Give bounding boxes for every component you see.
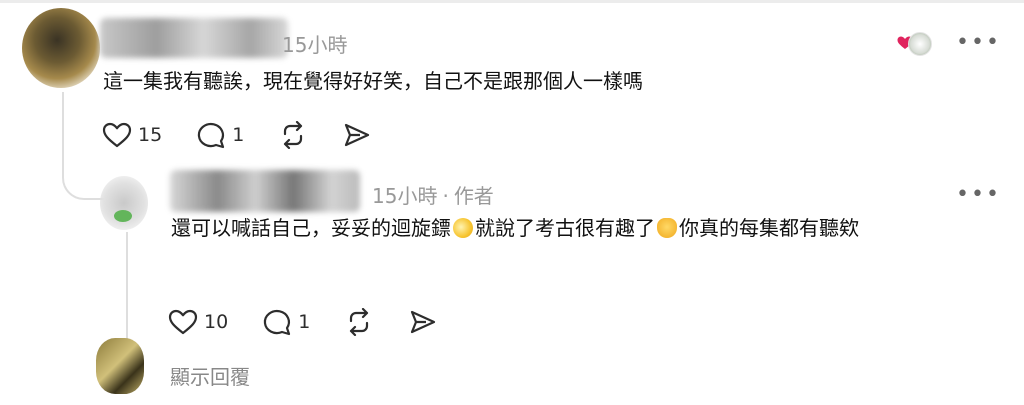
thread-connector (62, 150, 104, 200)
repost-button[interactable] (278, 121, 308, 149)
repost-button[interactable] (344, 308, 374, 336)
reply-text-part: 你真的每集都有聽欸 (679, 216, 859, 240)
reply-meta: 15小時 · 作者 (372, 180, 494, 209)
reply-actions: 10 1 (168, 308, 472, 336)
comment-icon (198, 122, 225, 149)
repost-icon (350, 308, 369, 336)
reply-text-part: 就說了考古很有趣了 (475, 216, 655, 240)
comment-icon (264, 309, 291, 336)
heart-icon (168, 309, 198, 335)
like-count: 15 (138, 124, 163, 146)
comment-actions: 15 1 (102, 121, 406, 149)
reply-button[interactable]: 1 (262, 308, 310, 336)
avatar (96, 338, 144, 394)
cat-face-icon (657, 218, 677, 238)
top-divider (0, 0, 1024, 3)
pleading-face-icon (453, 218, 473, 238)
separator: · (442, 184, 449, 208)
share-button[interactable] (342, 121, 372, 149)
redacted-username (100, 18, 288, 58)
redacted-username (170, 170, 360, 212)
share-icon (411, 310, 436, 334)
share-button[interactable] (408, 308, 438, 336)
reply-count: 1 (298, 311, 311, 333)
reply-button[interactable]: 1 (196, 121, 244, 149)
like-count: 10 (204, 311, 229, 333)
avatar[interactable] (100, 176, 148, 230)
repost-icon (284, 121, 303, 149)
reply-text: 還可以喊話自己，妥妥的迴旋鏢 就說了考古很有趣了 你真的每集都有聽欸 (171, 211, 971, 245)
timestamp: 15小時 (372, 184, 438, 208)
more-options-icon[interactable]: ••• (956, 182, 1001, 207)
author-liked-avatar (908, 32, 932, 56)
thread-line (126, 232, 128, 342)
reply-text-part: 還可以喊話自己，妥妥的迴旋鏢 (171, 216, 451, 240)
reply-count: 1 (232, 124, 245, 146)
avatar[interactable] (22, 8, 100, 88)
author-tag: 作者 (453, 184, 494, 208)
like-button[interactable]: 10 (168, 309, 228, 335)
timestamp: 15小時 (282, 33, 348, 57)
show-replies-link[interactable]: 顯示回覆 (170, 361, 250, 390)
comment-text: 這一集我有聽誒，現在覺得好好笑，自己不是跟那個人一樣嗎 (103, 69, 643, 93)
heart-icon (102, 122, 132, 148)
more-options-icon[interactable]: ••• (956, 30, 1001, 55)
share-icon (345, 123, 370, 147)
comment-meta: 15小時 (282, 29, 347, 58)
like-button[interactable]: 15 (102, 122, 162, 148)
